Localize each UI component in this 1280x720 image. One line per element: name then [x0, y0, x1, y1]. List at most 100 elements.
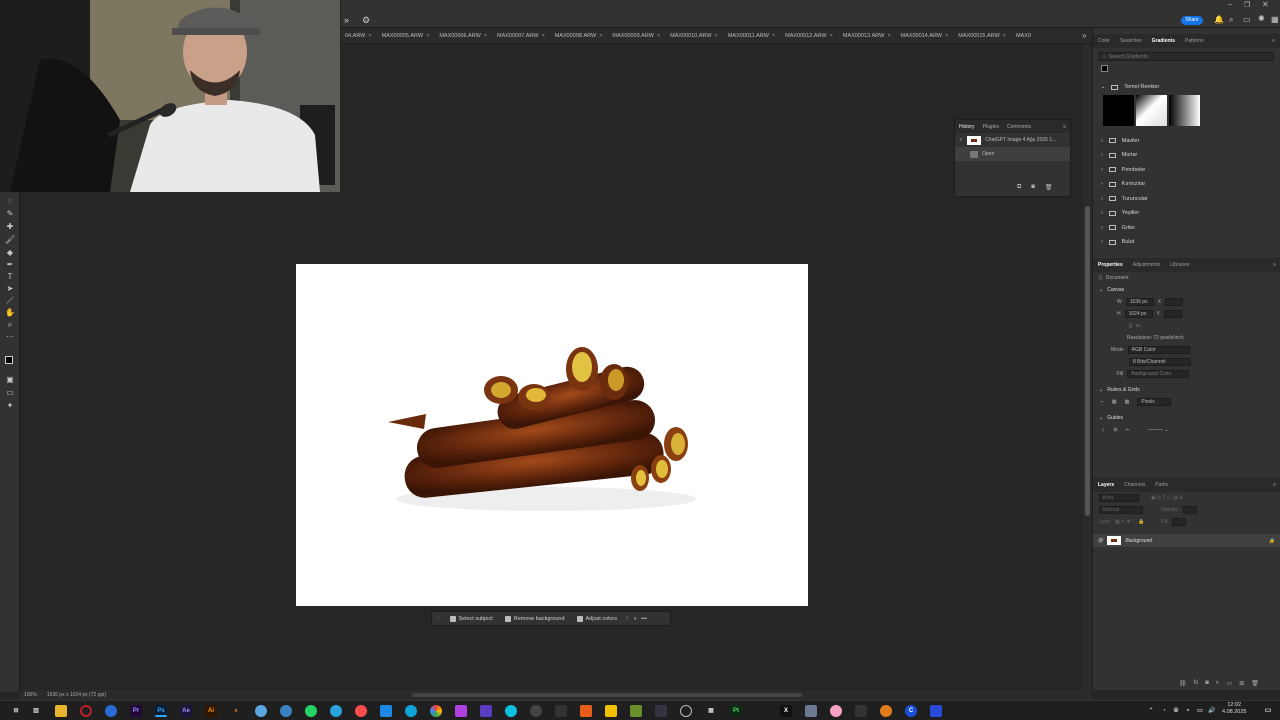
start-icon[interactable]: ⊞	[10, 705, 22, 717]
line-tool-icon[interactable]: ／	[5, 296, 15, 306]
eye-icon[interactable]: 👁	[1097, 538, 1103, 544]
doc-tab[interactable]: MAX00008.ARW ×	[550, 33, 608, 39]
close-icon[interactable]: ×	[426, 33, 429, 39]
doc-tab[interactable]: MAX00006.ARW ×	[434, 33, 492, 39]
volume-icon[interactable]: 🔊	[1206, 705, 1218, 717]
close-icon[interactable]: ×	[945, 33, 948, 39]
generative-icon[interactable]: ✦	[5, 401, 15, 411]
brush-tool-icon[interactable]: 🖌	[5, 235, 15, 245]
app-icon[interactable]	[930, 705, 942, 717]
rulers-grids-header[interactable]: ⌄ Rulers & Grids	[1093, 384, 1280, 396]
tab-libraries[interactable]: Libraries	[1170, 262, 1189, 268]
tab-channels[interactable]: Channels	[1124, 482, 1145, 488]
doc-tab[interactable]: MAX00012.ARW ×	[780, 33, 838, 39]
flag-icon[interactable]: ⚐	[625, 616, 630, 622]
bit-depth-select[interactable]: 8 Bits/Channel	[1129, 358, 1191, 366]
guide-line-style[interactable]: ——— ⌄	[1148, 427, 1169, 433]
x-icon[interactable]: X	[780, 705, 792, 717]
close-icon[interactable]: ×	[599, 33, 602, 39]
telegram-icon[interactable]	[330, 705, 342, 717]
grid-icon[interactable]: ▦	[1112, 399, 1117, 405]
chrome-icon[interactable]	[430, 705, 442, 717]
fx-icon[interactable]: fx	[1194, 680, 1199, 687]
search-app-icon[interactable]: ⌕	[230, 705, 242, 717]
gradient-swatch[interactable]	[1136, 94, 1167, 126]
doc-tab[interactable]: MAX00015.ARW ×	[953, 33, 1011, 39]
scroll-thumb[interactable]	[1085, 206, 1090, 516]
painter-icon[interactable]: Pt	[730, 705, 742, 717]
layer-row-background[interactable]: 👁 Background 🔒	[1093, 534, 1280, 547]
gradient-group-temel[interactable]: ⌄ Temel Renkler	[1093, 80, 1280, 95]
more-tabs-icon[interactable]: »	[1082, 31, 1086, 40]
gradient-swatch[interactable]	[1103, 94, 1134, 126]
zoom-tool-icon[interactable]: ⌕	[5, 320, 15, 330]
layer-kind-select[interactable]: Kind	[1099, 494, 1139, 502]
current-gradient-swatch[interactable]	[1101, 65, 1108, 72]
gradient-group[interactable]: › Yeşiller	[1093, 206, 1280, 221]
arrange-icon[interactable]: ▦	[1271, 15, 1279, 24]
app-icon[interactable]	[805, 705, 817, 717]
gradient-group[interactable]: › Turuncular	[1093, 192, 1280, 207]
restore-icon[interactable]: ❐	[1244, 1, 1250, 9]
new-layer-icon[interactable]: ⊞	[1239, 680, 1244, 687]
history-step[interactable]: Open	[955, 147, 1070, 161]
gear-icon[interactable]: ⚙	[362, 15, 370, 26]
calendar-icon[interactable]: ▦	[705, 705, 717, 717]
vertical-scrollbar[interactable]	[1083, 44, 1092, 690]
ruler-icon[interactable]: ⌐	[1101, 399, 1104, 405]
foreground-color-swatch[interactable]	[5, 356, 13, 364]
path-select-tool-icon[interactable]: ➤	[5, 284, 15, 294]
tab-layers[interactable]: Layers	[1098, 482, 1114, 488]
premiere-icon[interactable]: Pr	[130, 705, 142, 717]
doc-tab[interactable]: MAX00010.ARW ×	[665, 33, 723, 39]
width-field[interactable]: 1536 px	[1125, 298, 1154, 306]
more-tools-icon[interactable]: ···	[5, 332, 15, 342]
gradient-group[interactable]: › Pembeler	[1093, 163, 1280, 178]
doc-tab[interactable]: MAX00009.ARW ×	[607, 33, 665, 39]
gradient-group[interactable]: › Morlar	[1093, 148, 1280, 163]
close-icon[interactable]: ×	[657, 33, 660, 39]
bell-icon[interactable]: 🔔	[1214, 15, 1224, 24]
search-icon[interactable]: ⌕	[1229, 15, 1233, 25]
file-explorer-icon[interactable]	[55, 705, 67, 717]
x-field[interactable]	[1165, 298, 1184, 306]
app-icon[interactable]	[880, 705, 892, 717]
app-icon[interactable]	[455, 705, 467, 717]
app-icon[interactable]	[555, 705, 567, 717]
hand-tool-icon[interactable]: ✋	[5, 308, 15, 318]
pen-tool-icon[interactable]: ✒	[5, 260, 15, 270]
panel-menu-icon[interactable]: ≡	[1272, 38, 1275, 44]
app-icon[interactable]	[680, 705, 692, 717]
landscape-icon[interactable]: ▭	[1136, 323, 1141, 329]
history-snapshot[interactable]: ✓ ChatGPT Image 4 Ağu 2025 1...	[955, 133, 1070, 147]
close-icon[interactable]: ×	[830, 33, 833, 39]
photoshop-icon[interactable]: Ps	[155, 705, 167, 717]
panel-menu-icon[interactable]: ≡	[1063, 124, 1066, 130]
app-icon[interactable]	[405, 705, 417, 717]
trash-icon[interactable]: 🗑	[1045, 184, 1053, 191]
y-field[interactable]	[1163, 310, 1182, 318]
portrait-icon[interactable]: ▯	[1129, 323, 1132, 329]
doc-tab[interactable]: MAX00005.ARW ×	[377, 33, 435, 39]
tab-swatches[interactable]: Swatches	[1120, 38, 1142, 44]
mask-icon[interactable]: ◙	[1205, 680, 1209, 687]
cloud-icon[interactable]	[255, 705, 267, 717]
canvas-section-header[interactable]: ⌄ Canvas	[1093, 284, 1280, 296]
edge-icon[interactable]	[505, 705, 517, 717]
tab-paths[interactable]: Paths	[1155, 482, 1168, 488]
app-icon[interactable]	[655, 705, 667, 717]
close-icon[interactable]: ×	[1003, 33, 1006, 39]
tray-app-icon[interactable]: ⦾	[1170, 705, 1182, 717]
close-icon[interactable]: ×	[484, 33, 487, 39]
eyedropper-tool-icon[interactable]: ✎	[5, 209, 15, 219]
zoom-level[interactable]: 100%	[24, 692, 37, 698]
height-field[interactable]: 1024 px	[1124, 310, 1153, 318]
pixel-grid-icon[interactable]: ▩	[1125, 399, 1130, 405]
remove-background-button[interactable]: Remove background	[501, 615, 569, 622]
app-icon[interactable]	[830, 705, 842, 717]
lasso-tool-icon[interactable]: ◌	[5, 196, 15, 206]
camera-icon[interactable]: ◙	[1031, 184, 1035, 191]
guide-new-icon[interactable]: ⊢	[1126, 427, 1130, 433]
sticky-notes-icon[interactable]	[605, 705, 617, 717]
share-button[interactable]: Share	[1181, 16, 1203, 25]
